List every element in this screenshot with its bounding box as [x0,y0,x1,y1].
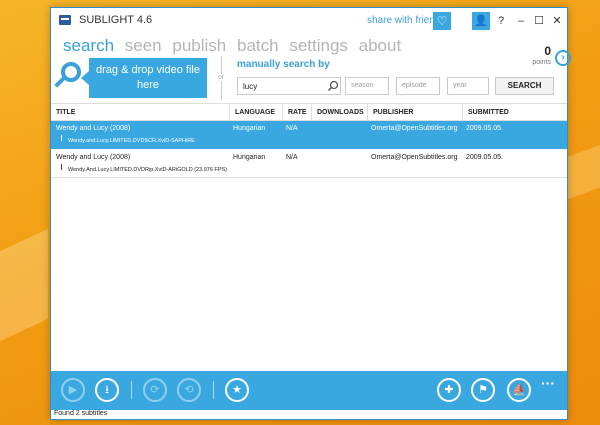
or-label: or [218,74,225,81]
minimize-button[interactable]: – [513,12,529,30]
sync-icon[interactable]: ⟳ [143,378,167,402]
status-bar: Found 2 subtitles [51,410,567,419]
window-title: SUBLIGHT 4.6 [79,14,153,26]
row-rate: N/A [286,125,298,132]
search-button[interactable]: SEARCH [495,77,554,95]
release-marker [61,164,62,170]
row-title: Wendy and Lucy (2008) [56,125,131,132]
drop-zone-label-line1: drag & drop video file [96,64,200,76]
row-submitted: 2009.05.05. [466,154,503,161]
column-language[interactable]: LANGUAGE [229,104,282,122]
table-row[interactable]: Wendy and Lucy (2008) Hungarian N/A Omer… [51,121,567,149]
sail-icon[interactable]: ⛵ [507,378,531,402]
points-label: points [532,59,551,66]
results-table-header: TITLE LANGUAGE RATE DOWNLOADS PUBLISHER … [51,103,567,122]
points-value: 0 [544,44,551,58]
app-icon [59,15,71,25]
drop-zone-label-line2: here [136,79,160,91]
drop-zone[interactable]: drag & drop video file here [81,58,207,98]
play-icon[interactable]: ▶ [61,378,85,402]
column-submitted[interactable]: SUBMITTED [462,104,567,122]
column-title[interactable]: TITLE [51,104,229,122]
download-icon[interactable]: ⭳ [95,378,119,402]
manual-search-label: manually search by [237,59,330,70]
column-rate[interactable]: RATE [282,104,311,122]
sync-alt-icon[interactable]: ⟲ [177,378,201,402]
tab-settings[interactable]: settings [289,36,348,55]
tab-publish[interactable]: publish [172,36,226,55]
tab-seen[interactable]: seen [125,36,162,55]
episode-input[interactable]: episode [396,77,440,95]
row-title: Wendy and Lucy (2008) [56,154,131,161]
close-button[interactable]: ✕ [549,12,565,30]
column-publisher[interactable]: PUBLISHER [367,104,462,122]
tab-about[interactable]: about [359,36,402,55]
status-text: Found 2 subtitles [54,410,108,417]
heart-icon[interactable]: ♡ [433,12,451,30]
toolbar-divider [131,381,132,399]
row-submitted: 2009.05.05. [466,125,503,132]
help-button[interactable]: ? [493,12,509,30]
row-publisher: Omerta@OpenSubtitles.org [371,125,458,132]
tab-batch[interactable]: batch [237,36,279,55]
flag-icon[interactable]: ⚑ [471,378,495,402]
row-publisher: Omerta@OpenSubtitles.org [371,154,458,161]
arrow-right-icon[interactable]: › [555,50,571,66]
row-rate: N/A [286,154,298,161]
bottom-toolbar: ▶ ⭳ ⟳ ⟲ ★ ✚ ⚑ ⛵ ··· [51,371,567,410]
search-icon[interactable] [327,80,339,92]
row-release-name: Wendy.and.Lucy.LIMITED.DVDSCR.XviD-SAPHi… [68,138,195,144]
main-nav: search seen publish batch settings about [63,36,407,58]
puzzle-icon[interactable]: ✚ [437,378,461,402]
star-icon[interactable]: ★ [225,378,249,402]
column-downloads[interactable]: DOWNLOADS [311,104,367,122]
table-row[interactable]: Wendy and Lucy (2008) Hungarian N/A Omer… [51,150,567,178]
row-language: Hungarian [233,154,266,161]
toolbar-divider [213,381,214,399]
magnifier-icon [54,61,83,89]
season-input[interactable]: season [345,77,389,95]
row-language: Hungarian [233,125,266,132]
title-search-input[interactable]: lucy [237,77,341,95]
user-icon[interactable]: 👤 [472,12,490,30]
title-bar[interactable]: SUBLIGHT 4.6 share with friends ♡ 👤 ? – … [51,8,567,34]
tab-search[interactable]: search [63,36,114,55]
maximize-button[interactable]: ☐ [531,12,547,30]
release-marker [61,135,62,141]
year-input[interactable]: year [447,77,489,95]
app-window: SUBLIGHT 4.6 share with friends ♡ 👤 ? – … [50,7,571,420]
row-release-name: Wendy.And.Lucy.LIMITED.DVDRip.XviD-ARiGO… [68,167,227,173]
more-icon[interactable]: ··· [541,375,555,391]
